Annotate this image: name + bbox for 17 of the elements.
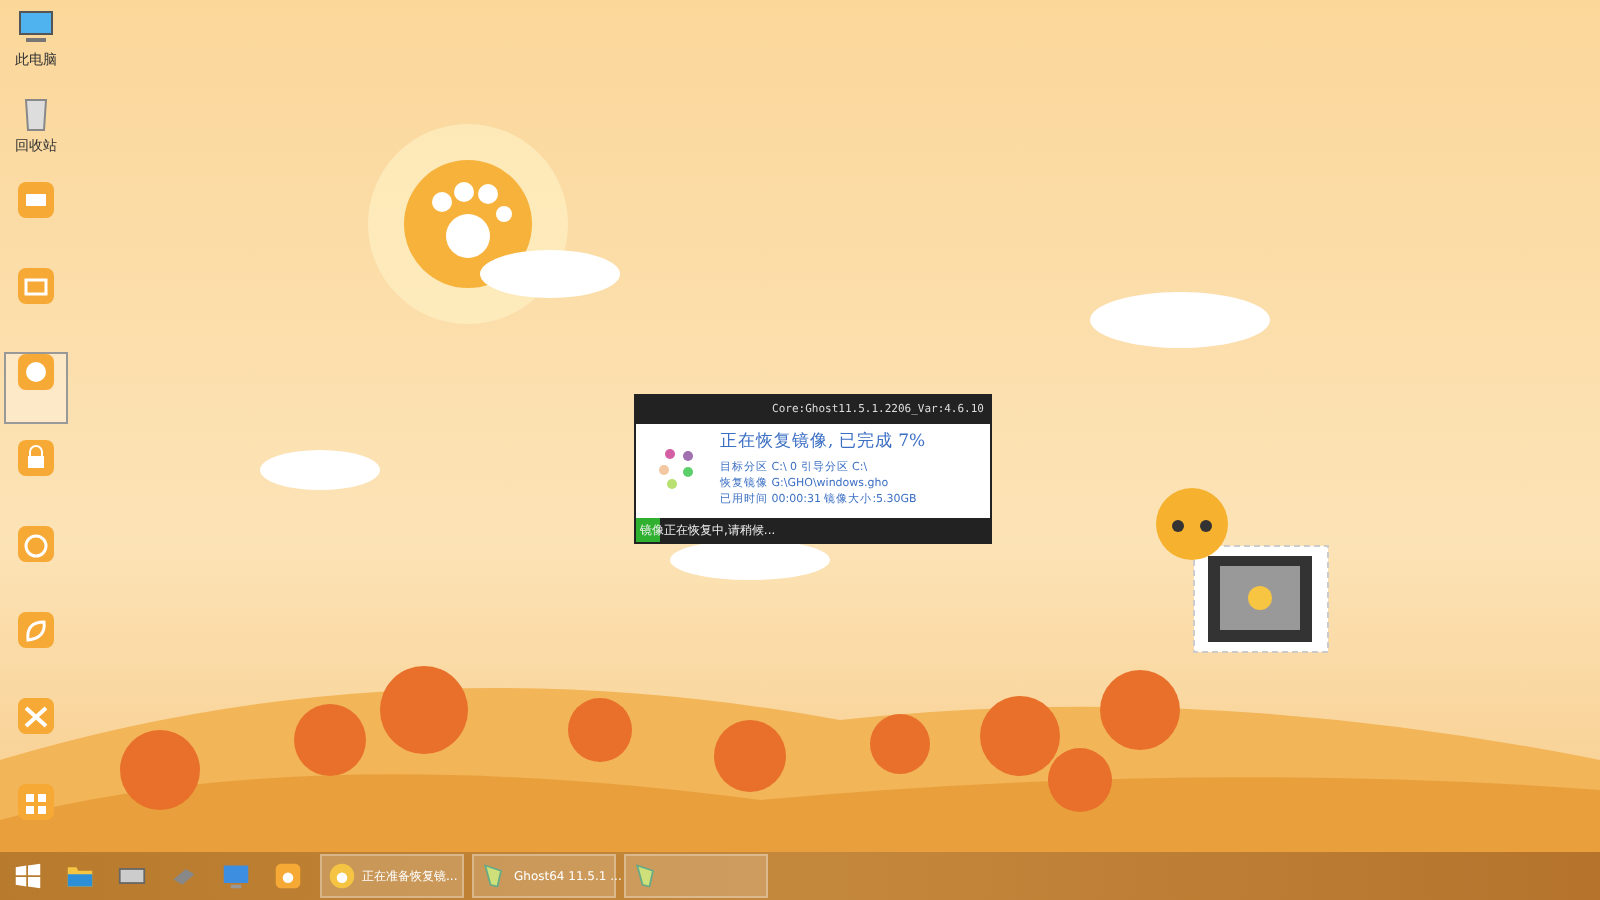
monitor-icon — [222, 862, 250, 890]
globe-tile-icon — [16, 354, 56, 390]
tools-tile-icon — [16, 698, 56, 734]
desktop-shortcut[interactable] — [4, 352, 68, 424]
drive-tile-icon — [16, 268, 56, 304]
keyboard-icon — [118, 862, 146, 890]
cloud-drawing — [480, 250, 620, 298]
taskbar-window-button[interactable] — [624, 854, 768, 898]
lock-tile-icon — [16, 440, 56, 476]
progress-heading: 正在恢复镜像, 已完成 7% — [720, 430, 926, 454]
monitor-icon — [16, 10, 56, 46]
qr-code-drawing — [1193, 545, 1329, 653]
windows-logo-icon — [14, 862, 42, 890]
folder-icon — [66, 862, 94, 890]
cloud-drawing — [260, 450, 380, 490]
leaf-tile-icon — [16, 612, 56, 648]
grid-tile-icon — [16, 784, 56, 820]
